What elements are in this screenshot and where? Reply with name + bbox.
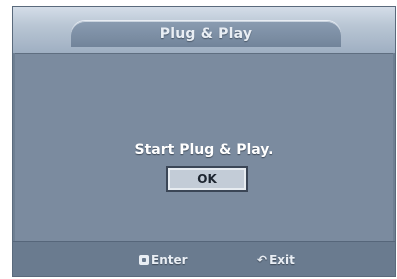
dialog-title: Plug & Play (159, 26, 253, 42)
title-tab: Plug & Play (71, 21, 341, 47)
exit-hint[interactable]: ↶ Exit (257, 253, 295, 267)
dialog-message: Start Plug & Play. (134, 142, 274, 158)
enter-icon (139, 255, 149, 265)
ok-button[interactable]: OK (166, 166, 248, 192)
plug-and-play-dialog: Plug & Play Start Plug & Play. OK Enter … (12, 6, 396, 277)
enter-hint[interactable]: Enter (139, 253, 188, 267)
enter-label: Enter (151, 253, 188, 267)
screen: Plug & Play Start Plug & Play. OK Enter … (0, 0, 397, 279)
footer-hints: Enter ↶ Exit (13, 241, 395, 276)
exit-label: Exit (269, 253, 295, 267)
return-icon: ↶ (257, 253, 268, 267)
dialog-body: Start Plug & Play. OK (15, 53, 393, 244)
title-bar: Plug & Play (13, 7, 395, 53)
